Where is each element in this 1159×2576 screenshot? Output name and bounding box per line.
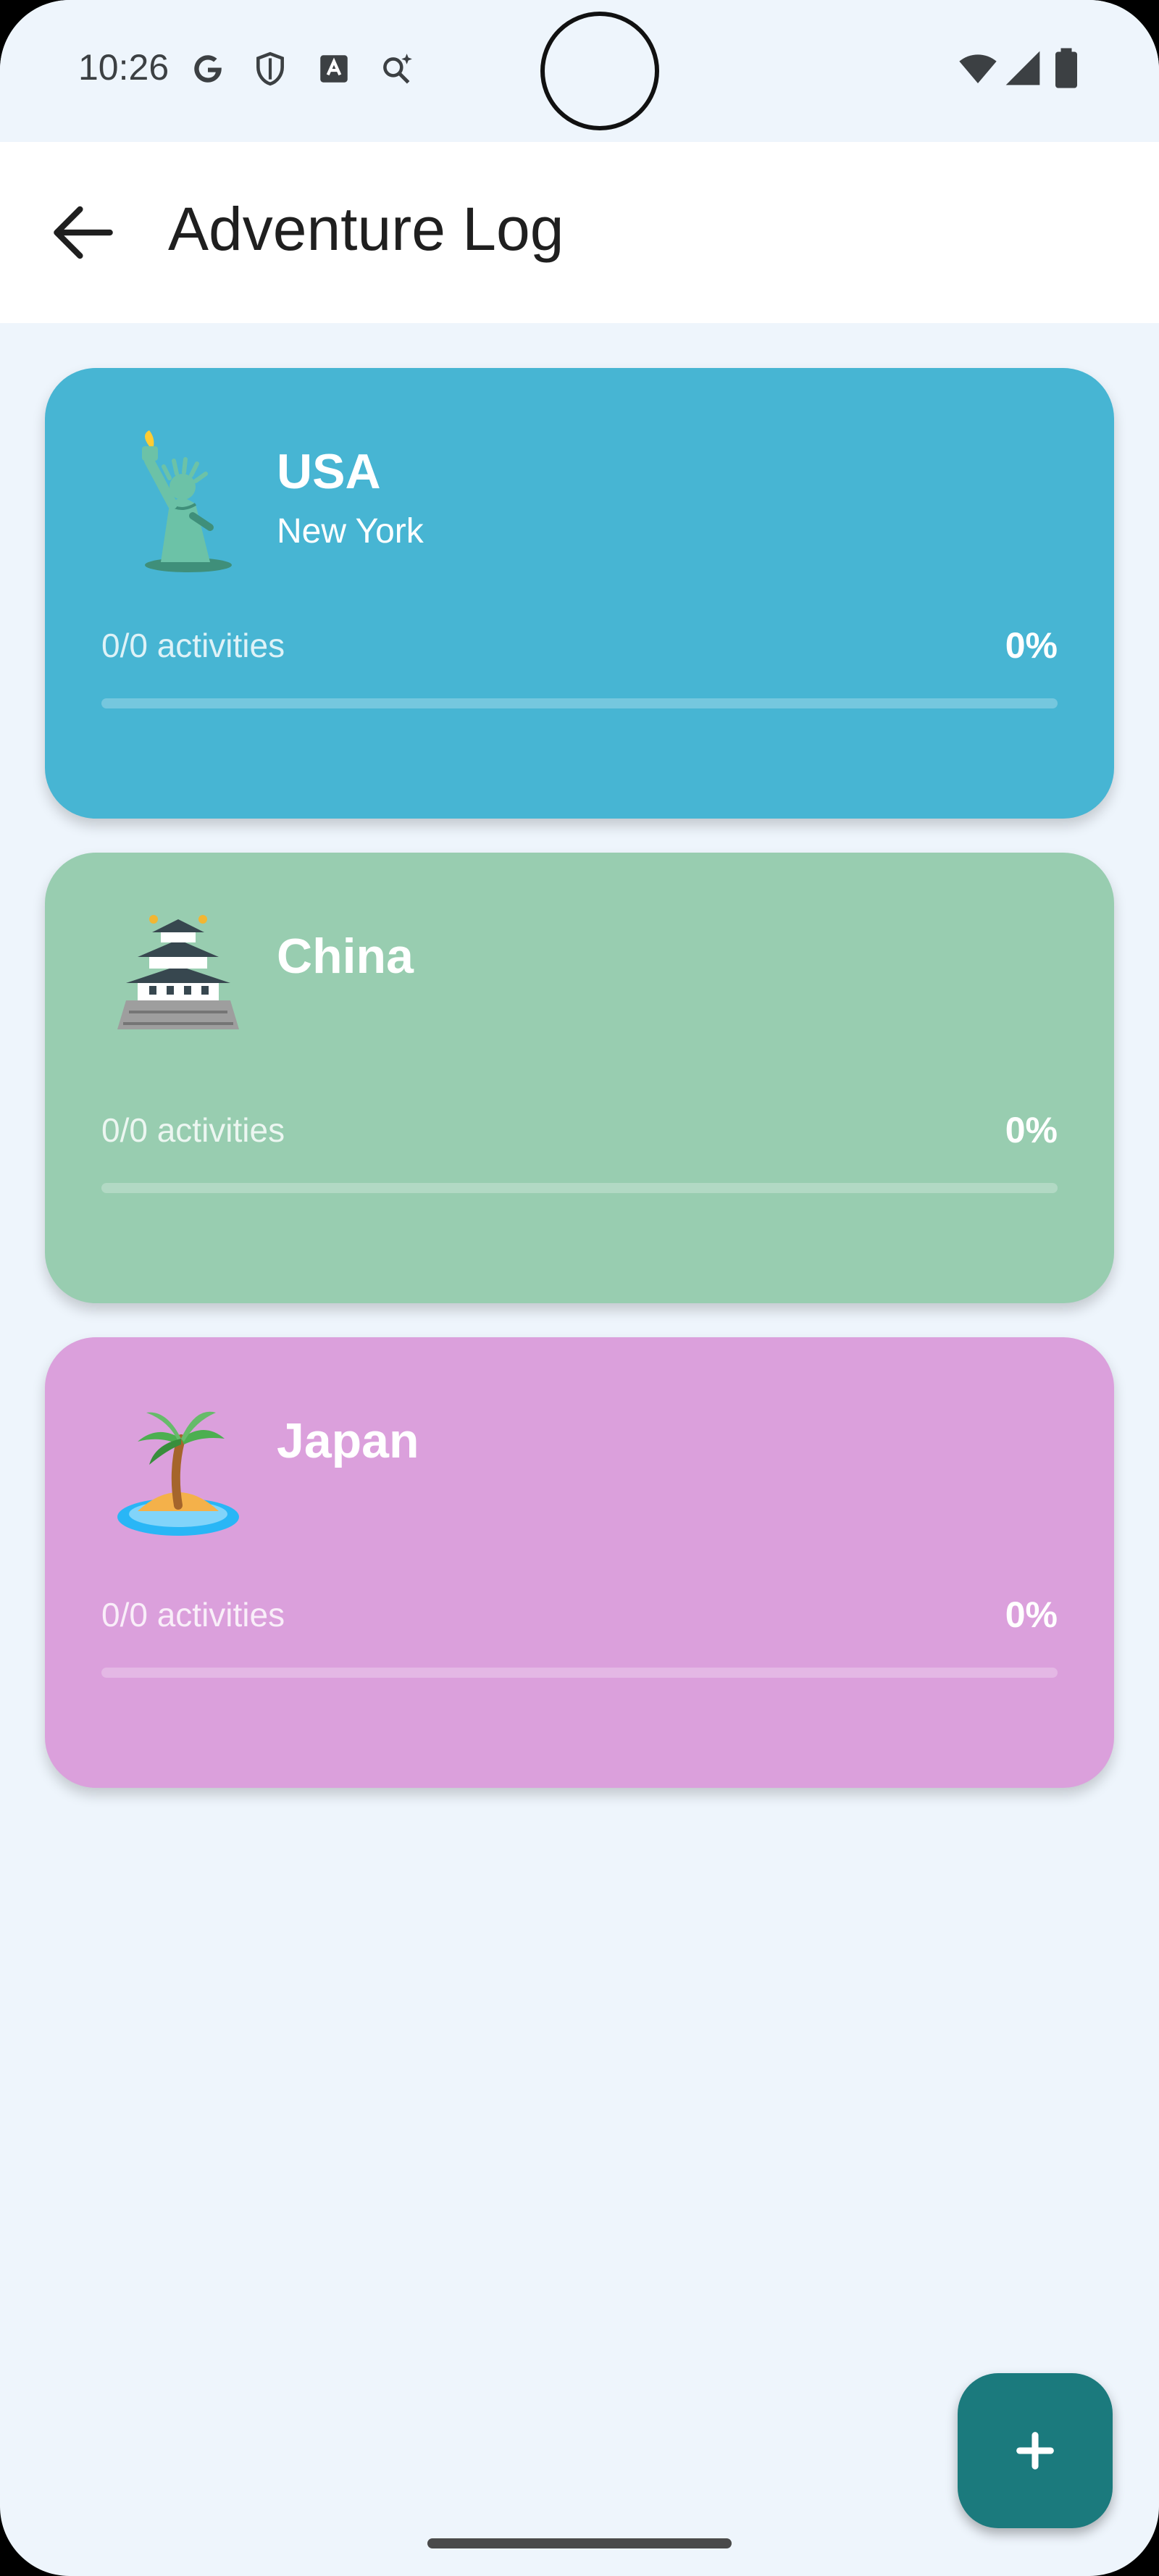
japanese-castle-icon [117,915,239,1029]
font-a-icon [320,55,348,83]
card-percent: 0% [1005,1594,1058,1635]
card-title: China [277,929,414,984]
progress-bar [101,1183,1058,1193]
wifi-icon [959,54,997,83]
battery-icon [1055,48,1077,88]
card-title: USA [277,444,381,499]
arrow-back-icon[interactable] [43,193,123,272]
card-activities: 0/0 activities [101,627,285,664]
progress-bar [101,698,1058,708]
app-bar: Adventure Log [0,142,1159,323]
google-icon [194,55,222,83]
card-percent: 0% [1005,1110,1058,1150]
statue-of-liberty-icon [142,430,232,572]
card-activities: 0/0 activities [101,1596,285,1634]
progress-bar [101,1668,1058,1678]
card-percent: 0% [1005,625,1058,666]
search-spark-icon [383,54,412,84]
status-time: 10:26 [78,47,170,88]
camera-cutout [540,12,659,130]
status-bar: 10:26 [0,0,1159,142]
signal-icon [1005,51,1040,85]
shield-icon [256,51,284,86]
desert-island-icon [117,1411,239,1536]
trip-card-japan[interactable]: Japan 0/0 activities 0% [45,1337,1114,1788]
card-title: Japan [277,1413,419,1468]
card-subtitle: New York [277,512,424,551]
trip-card-usa[interactable]: USA New York 0/0 activities 0% [45,368,1114,819]
trip-card-china[interactable]: China 0/0 activities 0% [45,853,1114,1303]
plus-icon [1016,2432,1054,2470]
page-title: Adventure Log [168,195,564,263]
card-activities: 0/0 activities [101,1111,285,1149]
add-trip-button[interactable] [958,2373,1113,2528]
phone-screen: 10:26 Adventure Log USA New York 0/0 act… [0,0,1159,2576]
gesture-home-bar[interactable] [427,2538,732,2548]
